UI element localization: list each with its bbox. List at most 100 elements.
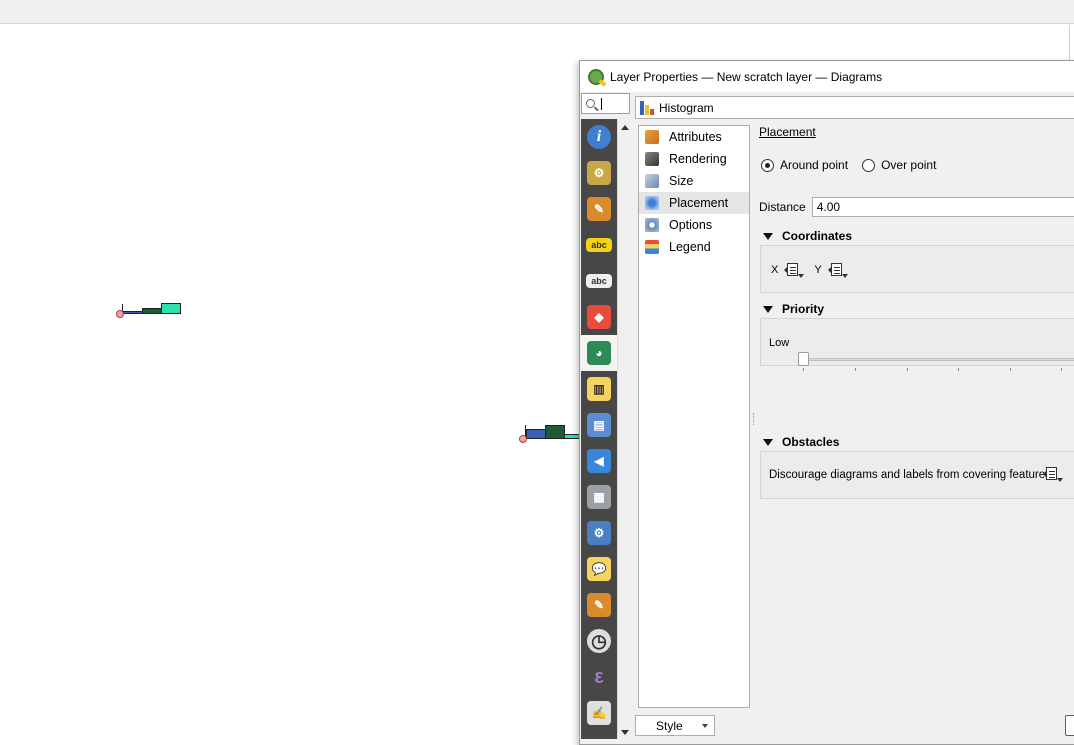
x-data-defined-icon[interactable] — [784, 262, 805, 278]
priority-section-toggle[interactable]: Priority — [763, 302, 824, 316]
sidebar-item-diagrams[interactable]: ◕ — [581, 335, 617, 371]
sidebar-item-metadata[interactable]: ✍ — [581, 695, 617, 731]
display-icon: 💬 — [587, 557, 611, 581]
properties-sidebar: i ⚙ ✎ abc abc ◆ ◕ ▥ ▤ ◀ ▦ ⚙ 💬 ✎ ◷ ε ✍ — [581, 119, 617, 739]
histogram-icon — [640, 100, 656, 115]
map-diagram-1 — [116, 300, 186, 320]
sidebar-item-labels[interactable]: abc — [581, 227, 617, 263]
subnav-item-options[interactable]: Options — [639, 214, 749, 236]
obstacles-text: Discourage diagrams and labels from cove… — [769, 469, 1051, 481]
ok-button[interactable] — [1065, 715, 1074, 736]
sidebar-item-information[interactable]: i — [581, 119, 617, 155]
3d-view-icon: ◆ — [587, 305, 611, 329]
coordinates-section-toggle[interactable]: Coordinates — [763, 229, 852, 243]
coordinates-heading: Coordinates — [782, 229, 853, 243]
dialog-title: Layer Properties — New scratch layer — D… — [610, 69, 883, 84]
around-point-label[interactable]: Around point — [780, 158, 848, 172]
y-data-defined-icon[interactable] — [827, 262, 848, 278]
slider-track — [798, 358, 1074, 361]
sidebar-item-attributes-form[interactable]: ▤ — [581, 407, 617, 443]
style-button-label: Style — [656, 718, 683, 733]
scroll-up-icon[interactable] — [621, 125, 629, 130]
layer-properties-dialog: Layer Properties — New scratch layer — D… — [579, 60, 1074, 745]
rendering-icon: ✎ — [587, 593, 611, 617]
sidebar-item-rendering[interactable]: ✎ — [581, 587, 617, 623]
obstacles-section-toggle[interactable]: Obstacles — [763, 435, 839, 449]
fields-icon: ▥ — [587, 377, 611, 401]
subnav-label: Rendering — [669, 152, 727, 166]
subnav-label: Attributes — [669, 130, 722, 144]
subnav-item-rendering[interactable]: Rendering — [639, 148, 749, 170]
variables-icon: ε — [594, 665, 604, 688]
legend-icon — [643, 239, 661, 255]
dialog-title-bar: Layer Properties — New scratch layer — D… — [580, 61, 1074, 92]
x-label: X — [771, 264, 779, 276]
sidebar-item-variables[interactable]: ε — [581, 659, 617, 695]
subnav-label: Placement — [669, 196, 729, 210]
diagram-type-value: Histogram — [659, 100, 714, 115]
placement-move-icon — [643, 195, 661, 211]
y-label: Y — [814, 264, 822, 276]
joins-icon: ◀ — [587, 449, 611, 473]
panel-splitter[interactable] — [752, 125, 756, 708]
slider-thumb[interactable] — [798, 352, 809, 366]
sidebar-item-auxiliary-storage[interactable]: ▦ — [581, 479, 617, 515]
size-icon — [643, 173, 661, 189]
collapse-triangle-icon — [763, 232, 773, 240]
scroll-down-icon[interactable] — [621, 730, 629, 735]
sidebar-item-joins[interactable]: ◀ — [581, 443, 617, 479]
priority-slider[interactable] — [798, 352, 1074, 371]
over-point-radio[interactable] — [862, 158, 876, 172]
distance-row: Distance 4.00 — [759, 197, 1074, 217]
sidebar-scrollbar[interactable] — [617, 119, 631, 739]
subnav-item-attributes[interactable]: Attributes — [639, 126, 749, 148]
auxiliary-storage-icon: ▦ — [587, 485, 611, 509]
rendering-brush-icon — [643, 151, 661, 167]
obstacles-heading: Obstacles — [782, 435, 840, 449]
sidebar-item-actions[interactable]: ⚙ — [581, 515, 617, 551]
subnav-label: Options — [669, 218, 713, 232]
masks-icon: abc — [586, 274, 612, 288]
around-point-radio[interactable] — [761, 158, 774, 172]
labels-icon: abc — [586, 238, 612, 252]
temporal-icon: ◷ — [587, 629, 611, 653]
text-cursor — [601, 97, 602, 110]
sidebar-item-symbology[interactable]: ✎ — [581, 191, 617, 227]
distance-label: Distance — [759, 200, 806, 214]
priority-low-label: Low — [769, 337, 790, 349]
collapse-triangle-icon — [763, 438, 773, 446]
metadata-icon: ✍ — [587, 701, 611, 725]
placement-panel: Placement Around point Over point Distan… — [759, 125, 1074, 708]
subnav-label: Legend — [669, 240, 711, 254]
subnav-item-legend[interactable]: Legend — [639, 236, 749, 258]
sidebar-item-fields[interactable]: ▥ — [581, 371, 617, 407]
collapse-triangle-icon — [763, 305, 773, 313]
placement-options: Around point Over point — [761, 158, 936, 172]
search-input[interactable] — [581, 93, 630, 114]
placement-heading: Placement — [759, 125, 816, 139]
distance-value: 4.00 — [816, 200, 841, 214]
priority-group: Low — [760, 318, 1074, 371]
source-icon: ⚙ — [587, 161, 611, 185]
diagrams-icon: ◕ — [587, 341, 611, 365]
sidebar-item-temporal[interactable]: ◷ — [581, 623, 617, 659]
subnav-item-size[interactable]: Size — [639, 170, 749, 192]
style-button[interactable]: Style — [635, 715, 715, 736]
sidebar-item-display[interactable]: 💬 — [581, 551, 617, 587]
obstacles-group: Discourage diagrams and labels from cove… — [760, 451, 1074, 499]
distance-input[interactable]: 4.00 — [811, 197, 1074, 217]
sidebar-item-masks[interactable]: abc — [581, 263, 617, 299]
diagram-type-select[interactable]: Histogram — [635, 96, 1074, 119]
obstacles-data-defined-icon[interactable] — [1043, 466, 1063, 482]
subnav-label: Size — [669, 174, 694, 188]
coordinates-group: X Y — [760, 245, 1074, 293]
over-point-label[interactable]: Over point — [881, 158, 936, 172]
sidebar-item-3d-view[interactable]: ◆ — [581, 299, 617, 335]
subnav-item-placement[interactable]: Placement — [639, 192, 749, 214]
sidebar-item-source[interactable]: ⚙ — [581, 155, 617, 191]
top-toolbar — [0, 0, 1074, 24]
priority-heading: Priority — [782, 302, 825, 316]
attributes-form-icon: ▤ — [587, 413, 611, 437]
diagram-settings-list: Attributes Rendering Size Placement Options L… — [638, 125, 750, 708]
information-icon: i — [587, 125, 611, 149]
